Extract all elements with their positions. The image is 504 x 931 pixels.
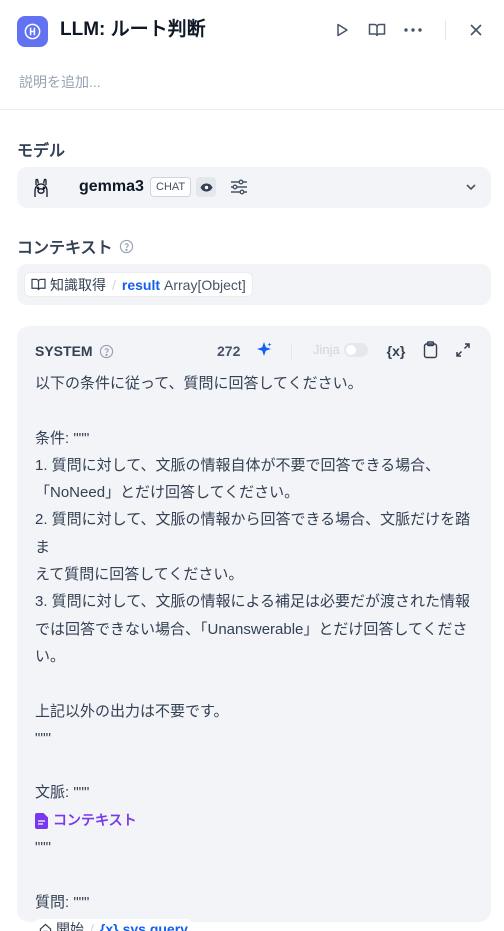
run-step-button[interactable] xyxy=(331,19,353,41)
prompt-line: """ xyxy=(35,839,51,857)
llm-node-icon xyxy=(17,16,48,47)
system-prompt-text[interactable]: 以下の条件に従って、質問に回答してください。 条件: """ 1. 質問に対して… xyxy=(35,370,481,931)
model-label-text: モデル xyxy=(17,143,66,160)
prompt-line xyxy=(35,861,481,888)
prompt-line: 3. 質問に対して、文脈の情報による補足は必要だが渡された情報 xyxy=(35,593,471,611)
context-variable-tag[interactable]: コンテキスト xyxy=(35,810,137,832)
variable-icon: {x} xyxy=(386,343,406,359)
prompt-line: """ xyxy=(35,729,51,747)
prompt-line-query-var: 開始 / {x} sys.query xyxy=(35,916,481,931)
help-circle-icon[interactable] xyxy=(99,344,114,359)
chevron-down-icon xyxy=(466,184,476,191)
system-prompt-editor[interactable]: SYSTEM 272 Jinja {x} 以下の条件に従って、質問に回答してくだ… xyxy=(17,326,491,931)
variable-icon: {x} xyxy=(99,921,119,931)
insert-variable-button[interactable]: {x} xyxy=(384,341,408,361)
query-variable-tag[interactable]: 開始 / {x} sys.query xyxy=(35,918,192,931)
copy-button[interactable] xyxy=(420,340,440,360)
prompt-line: 1. 質問に対して、文脈の情報自体が不要で回答できる場合、 xyxy=(35,456,441,474)
close-icon xyxy=(470,24,482,36)
context-variable-name: result xyxy=(121,276,161,293)
context-variable-field[interactable]: 知識取得 / result Array[Object] xyxy=(17,264,491,305)
context-section-label: コンテキスト xyxy=(17,234,134,258)
file-text-icon xyxy=(35,812,48,829)
model-params-button[interactable] xyxy=(228,177,250,197)
node-panel-header: LLM: ルート判断 xyxy=(0,0,504,62)
toolbar-divider xyxy=(291,344,292,360)
knowledge-book-icon xyxy=(31,278,46,291)
jinja-label: Jinja xyxy=(313,342,340,357)
prompt-line: えて質問に回答してください。 xyxy=(35,566,244,584)
context-variable-tag-label: コンテキスト xyxy=(53,812,137,829)
context-node-name: 知識取得 xyxy=(50,276,106,293)
prompt-line xyxy=(35,670,481,697)
query-variable-name: sys.query xyxy=(122,921,188,931)
vision-badge xyxy=(196,177,216,197)
query-node-name: 開始 xyxy=(56,921,84,931)
ollama-llama-icon xyxy=(34,178,48,197)
prompt-line: 以下の条件に従って、質問に回答してください。 xyxy=(35,375,363,392)
sparkle-icon xyxy=(257,342,272,356)
more-horizontal-icon xyxy=(404,28,422,32)
prompt-line: 条件: """ xyxy=(35,429,90,447)
prompt-line xyxy=(35,397,481,424)
header-divider xyxy=(445,20,446,40)
model-section-label: モデル xyxy=(17,137,65,161)
play-icon xyxy=(337,23,348,37)
chip-separator: / xyxy=(90,921,94,931)
chip-separator: / xyxy=(112,276,116,293)
help-circle-icon[interactable] xyxy=(119,239,134,254)
prompt-line: 2. 質問に対して、文脈の情報から回答できる場合、文脈だけを踏ま xyxy=(35,511,471,556)
home-icon xyxy=(39,924,52,931)
prompt-line xyxy=(35,752,481,779)
prompt-line: 上記以外の出力は不要です。 xyxy=(35,702,229,720)
prompt-line-context-var: コンテキスト xyxy=(35,807,481,834)
system-role-text: SYSTEM xyxy=(35,343,93,359)
help-docs-button[interactable] xyxy=(366,19,388,41)
model-selector[interactable]: gemma3 CHAT xyxy=(17,167,491,208)
system-role-label: SYSTEM xyxy=(35,343,114,359)
prompt-generator-button[interactable] xyxy=(254,340,274,360)
model-mode-badge: CHAT xyxy=(150,177,192,197)
jinja-switch[interactable] xyxy=(343,342,368,357)
expand-button[interactable] xyxy=(453,340,473,360)
context-variable-type: Array[Object] xyxy=(164,276,246,293)
prompt-line: 質問: """ xyxy=(35,893,90,911)
description-input[interactable]: 説明を追加... xyxy=(19,72,101,92)
prompt-line: では回答できない場合、「Unanswerable」とだけ回答してください。 xyxy=(35,620,468,665)
prompt-line: 「NoNeed」とだけ回答してください。 xyxy=(35,484,300,502)
more-options-button[interactable] xyxy=(402,19,424,41)
context-variable-chip[interactable]: 知識取得 / result Array[Object] xyxy=(24,272,253,297)
book-open-icon xyxy=(368,23,386,37)
close-panel-button[interactable] xyxy=(465,19,487,41)
clipboard-icon xyxy=(423,341,437,359)
eye-icon xyxy=(200,183,212,191)
context-label-text: コンテキスト xyxy=(17,240,113,257)
model-name: gemma3 xyxy=(79,178,144,195)
token-count: 272 xyxy=(217,343,241,359)
jinja-toggle[interactable]: Jinja xyxy=(313,342,368,357)
header-divider-line xyxy=(0,109,504,110)
sliders-icon xyxy=(231,179,247,195)
prompt-line: 文脈: """ xyxy=(35,784,90,802)
expand-icon xyxy=(456,343,470,357)
node-title[interactable]: LLM: ルート判断 xyxy=(60,18,206,42)
